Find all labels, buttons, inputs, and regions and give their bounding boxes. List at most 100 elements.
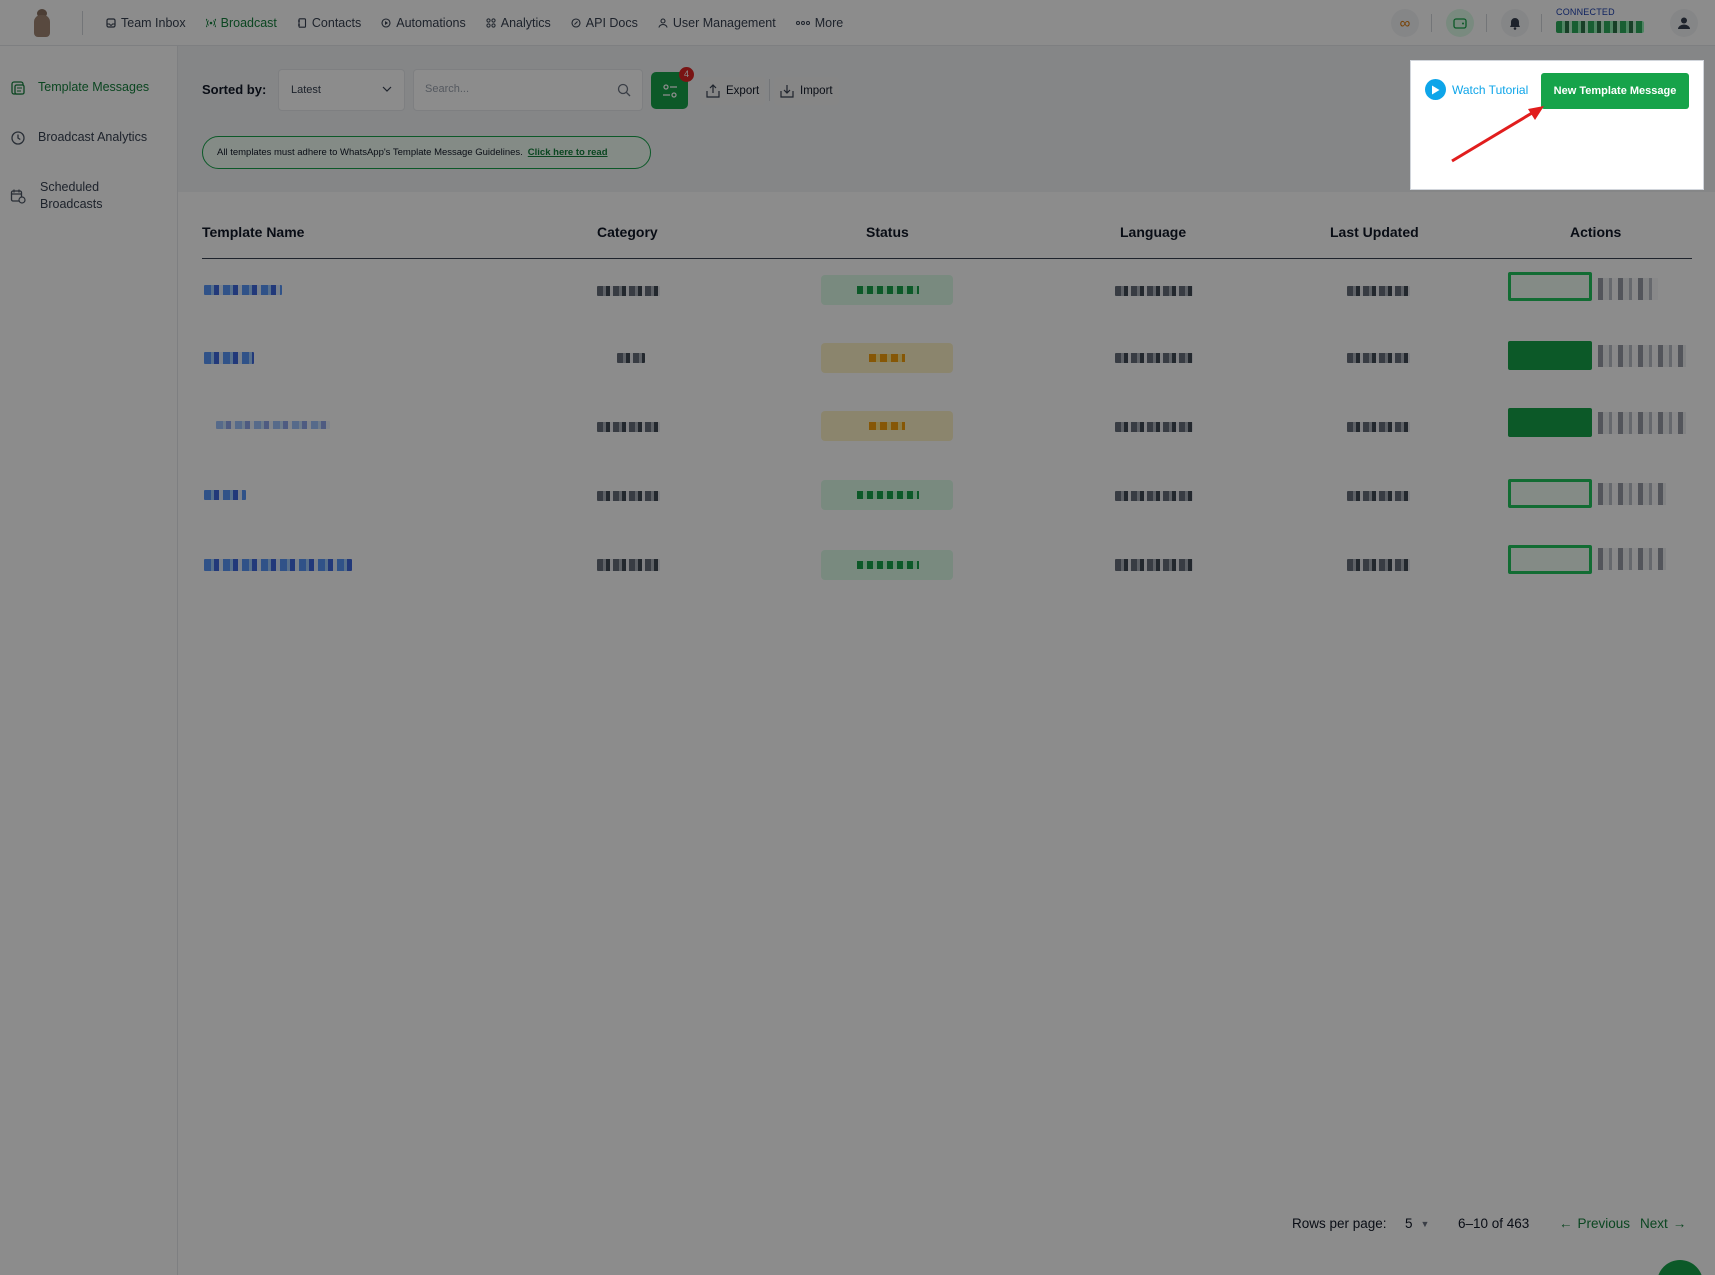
import-label: Import xyxy=(800,85,833,97)
category-redacted xyxy=(597,422,660,432)
sidebar-item-label: Template Messages xyxy=(38,80,150,94)
sidebar-item-label: Scheduled Broadcasts xyxy=(40,180,103,211)
last-updated-redacted xyxy=(1347,286,1410,296)
caret-down-icon: ▼ xyxy=(1420,1218,1430,1229)
nav-item-user-management[interactable]: User Management xyxy=(658,16,776,30)
header-divider xyxy=(202,258,1692,259)
nav-label: User Management xyxy=(672,16,776,30)
row-more-actions[interactable] xyxy=(1598,345,1686,367)
sidebar-item-template-messages[interactable]: Template Messages xyxy=(10,79,149,96)
row-primary-action-button[interactable] xyxy=(1508,479,1592,508)
export-button[interactable]: Export xyxy=(700,77,766,105)
search-input[interactable] xyxy=(425,83,605,95)
template-name-redacted[interactable] xyxy=(204,490,246,500)
top-navigation-bar: Team Inbox Broadcast Contacts Automation… xyxy=(0,0,1715,46)
column-header-status[interactable]: Status xyxy=(866,224,909,240)
template-name-redacted[interactable] xyxy=(204,559,352,571)
category-redacted xyxy=(597,286,660,296)
nav-item-contacts[interactable]: Contacts xyxy=(297,16,361,30)
toolbar-separator xyxy=(769,79,770,101)
row-more-actions[interactable] xyxy=(1598,548,1666,570)
guideline-text: All templates must adhere to WhatsApp's … xyxy=(217,147,523,158)
watch-tutorial-button[interactable]: Watch Tutorial xyxy=(1425,79,1528,100)
sort-select[interactable]: Latest xyxy=(278,69,405,111)
sidebar-item-scheduled-broadcasts[interactable]: Scheduled Broadcasts xyxy=(10,179,120,213)
api-icon xyxy=(571,18,581,28)
row-primary-action-button[interactable] xyxy=(1508,272,1592,301)
status-badge-pending xyxy=(821,343,953,373)
language-redacted xyxy=(1115,559,1193,571)
status-badge-approved xyxy=(821,480,953,510)
calendar-clock-icon xyxy=(10,189,26,204)
connection-status: CONNECTED xyxy=(1556,7,1615,17)
column-header-template-name[interactable]: Template Name xyxy=(202,224,304,240)
column-header-last-updated[interactable]: Last Updated xyxy=(1330,224,1419,240)
category-redacted xyxy=(597,491,660,501)
filter-count-badge: 4 xyxy=(679,67,694,82)
last-updated-redacted xyxy=(1347,422,1410,432)
connected-phone-number-redacted xyxy=(1556,21,1644,33)
topbar-separator xyxy=(1486,14,1487,32)
contacts-icon xyxy=(297,18,307,28)
row-primary-action-button[interactable] xyxy=(1508,408,1592,437)
nav-item-analytics[interactable]: Analytics xyxy=(486,16,551,30)
new-template-message-button[interactable]: New Template Message xyxy=(1541,73,1689,109)
sidebar: Template Messages Broadcast Analytics Sc… xyxy=(0,46,178,1275)
avatar-icon xyxy=(1678,17,1690,29)
pagination-range: 6–10 of 463 xyxy=(1458,1216,1530,1231)
template-name-redacted[interactable] xyxy=(216,421,330,429)
nav-item-more[interactable]: More xyxy=(795,16,843,30)
previous-page-button[interactable]: ← Previous xyxy=(1559,1216,1630,1231)
more-icon xyxy=(795,18,810,28)
red-pointer-arrow xyxy=(1451,106,1544,163)
column-header-category[interactable]: Category xyxy=(597,224,658,240)
nav-label: Contacts xyxy=(311,16,362,30)
notifications-button[interactable] xyxy=(1501,9,1529,37)
row-primary-action-button[interactable] xyxy=(1508,341,1592,370)
profile-button[interactable] xyxy=(1670,9,1698,37)
template-icon xyxy=(11,81,25,95)
inbox-icon xyxy=(106,18,116,28)
template-name-redacted[interactable] xyxy=(204,352,254,364)
search-box[interactable] xyxy=(413,69,643,111)
nav-label: Team Inbox xyxy=(121,16,186,30)
nav-divider xyxy=(82,11,83,35)
arrow-left-icon: ← xyxy=(1559,1216,1573,1231)
sidebar-item-broadcast-analytics[interactable]: Broadcast Analytics xyxy=(10,129,147,146)
next-label: Next xyxy=(1640,1216,1668,1231)
row-more-actions[interactable] xyxy=(1598,278,1658,300)
column-header-language[interactable]: Language xyxy=(1120,224,1186,240)
language-redacted xyxy=(1115,286,1193,296)
next-page-button[interactable]: Next → xyxy=(1640,1216,1686,1231)
wallet-button[interactable] xyxy=(1446,9,1474,37)
nav-label: API Docs xyxy=(585,16,638,30)
rows-per-page-select[interactable]: 5 ▼ xyxy=(1405,1216,1429,1231)
sorted-by-label: Sorted by: xyxy=(202,82,267,97)
watch-tutorial-label: Watch Tutorial xyxy=(1452,82,1529,97)
filter-sliders-icon xyxy=(662,83,677,98)
last-updated-redacted xyxy=(1347,491,1410,501)
app-logo[interactable] xyxy=(30,9,54,37)
export-icon xyxy=(706,84,720,98)
nav-item-broadcast[interactable]: Broadcast xyxy=(205,16,277,30)
topbar-separator xyxy=(1431,14,1432,32)
language-redacted xyxy=(1115,353,1193,363)
history-icon xyxy=(11,131,25,145)
import-button[interactable]: Import xyxy=(774,77,839,105)
template-name-redacted[interactable] xyxy=(204,285,282,295)
last-updated-redacted xyxy=(1347,559,1410,571)
nav-item-api-docs[interactable]: API Docs xyxy=(571,16,638,30)
column-header-actions: Actions xyxy=(1570,224,1622,240)
row-more-actions[interactable] xyxy=(1598,483,1666,505)
nav-item-automations[interactable]: Automations xyxy=(381,16,466,30)
language-redacted xyxy=(1115,422,1193,432)
row-more-actions[interactable] xyxy=(1598,412,1686,434)
infinity-credits-button[interactable]: ∞ xyxy=(1391,9,1419,37)
nav-label: Broadcast xyxy=(220,16,277,30)
previous-label: Previous xyxy=(1577,1216,1631,1231)
nav-label: Automations xyxy=(396,16,466,30)
row-primary-action-button[interactable] xyxy=(1508,545,1592,574)
import-icon xyxy=(780,85,794,98)
nav-item-team-inbox[interactable]: Team Inbox xyxy=(106,16,186,30)
guideline-link[interactable]: Click here to read xyxy=(528,147,608,158)
